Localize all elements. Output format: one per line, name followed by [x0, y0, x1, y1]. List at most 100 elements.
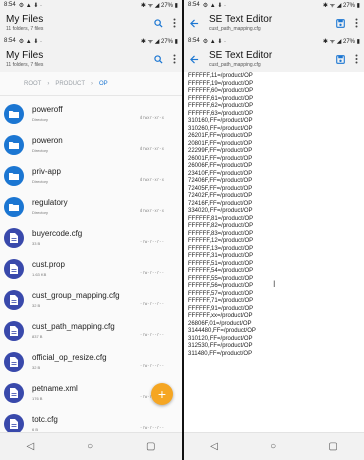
- file-name: cust_path_mapping.cfg: [32, 322, 115, 331]
- more-options-icon[interactable]: [355, 54, 358, 64]
- status-time: 8:54: [4, 38, 16, 44]
- status-notification-icons: ⚙ ▲ ⬇ ·: [202, 2, 227, 9]
- editor-line: FFFFFF,91=/product/OP: [188, 305, 254, 312]
- file-row[interactable]: cust_path_mapping.cfg 837 B -rw-r--r--: [0, 315, 182, 346]
- app-title: My Files: [6, 14, 44, 25]
- file-name: poweron: [32, 136, 63, 145]
- app-subtitle: 11 folders, 7 files: [6, 62, 44, 68]
- file-meta: Directory: [32, 117, 49, 122]
- editor-line: 26006F,FF=/product/OP: [188, 163, 253, 169]
- file-name: poweroff: [32, 105, 63, 114]
- more-options-icon[interactable]: [355, 18, 358, 28]
- file-meta: 32 B: [32, 303, 41, 308]
- breadcrumb-product[interactable]: PRODUCT: [55, 81, 85, 87]
- editor-line: 310160,FF=/product/OP: [188, 118, 253, 124]
- file-row[interactable]: priv-app Directory drwxr-xr-x: [0, 160, 182, 191]
- file-row[interactable]: cust.prop 1.63 KB -rw-r--r--: [0, 253, 182, 284]
- editor-line: FFFFFF,51=/product/OP: [188, 260, 254, 267]
- status-bar-secondary: 8:54 ⚙ ▲ ⬇ · ✱ ᯤ ◢ 27% ▮: [0, 36, 182, 46]
- editor-line: 3144480,FF=/product/OP: [188, 328, 256, 334]
- file-row[interactable]: official_op_resize.cfg 32 B -rw-r--r--: [0, 346, 182, 377]
- file-meta: Directory: [32, 210, 49, 215]
- file-name: petname.xml: [32, 384, 78, 393]
- nav-home-icon[interactable]: ○: [270, 441, 276, 452]
- file-meta: 33 B: [32, 241, 41, 246]
- file-name: buyercode.cfg: [32, 229, 83, 238]
- folder-icon: [4, 196, 24, 217]
- file-row[interactable]: buyercode.cfg 33 B -rw-r--r--: [0, 222, 182, 253]
- editor-line: FFFFFF,57=/product/OP: [188, 290, 254, 297]
- file-name: cust.prop: [32, 260, 65, 269]
- editor-line: 23410F,FF=/product/OP: [188, 170, 253, 177]
- file-permissions: -rw-r--r--: [139, 332, 164, 337]
- editor-line: FFFFFF,63=/product/OP: [188, 110, 254, 117]
- add-fab-button[interactable]: +: [151, 383, 173, 405]
- status-bar: 8:54 ⚙ ▲ ⬇ · ✱ ᯤ ◢ 27% ▮: [0, 0, 182, 10]
- file-permissions: -rw-r--r--: [139, 301, 164, 306]
- file-permissions: drwxr-xr-x: [139, 115, 164, 120]
- editor-line: FFFFFF,81=/product/OP: [188, 215, 254, 222]
- document-icon: [4, 289, 24, 310]
- text-editor-area[interactable]: FFFFFF,11=/product/OP FFFFFF,19=/product/…: [188, 73, 362, 358]
- file-meta: 837 B: [32, 334, 43, 339]
- file-permissions: -rw-r--r--: [139, 239, 164, 244]
- nav-recents-icon[interactable]: ▢: [146, 441, 155, 452]
- file-name: totc.cfg: [32, 415, 58, 424]
- file-meta: Directory: [32, 179, 49, 184]
- back-arrow-icon[interactable]: [190, 18, 199, 28]
- file-meta: 32 B: [32, 365, 41, 370]
- breadcrumb-root[interactable]: ROOT: [24, 81, 41, 87]
- document-icon: [4, 258, 24, 279]
- nav-home-icon[interactable]: ○: [87, 441, 93, 452]
- breadcrumb-op[interactable]: OP: [99, 81, 108, 87]
- file-permissions: -rw-r--r--: [139, 270, 164, 275]
- status-notification-icons: ⚙ ▲ ⬇ ·: [18, 38, 43, 45]
- file-row[interactable]: poweron Directory drwxr-xr-x: [0, 129, 182, 160]
- file-name: regulatory: [32, 198, 68, 207]
- text-cursor-icon: I: [273, 279, 276, 289]
- nav-back-icon[interactable]: ◁: [26, 441, 34, 452]
- editor-line: FFFFFF,xx=/product/OP: [188, 313, 253, 319]
- save-icon[interactable]: [336, 54, 345, 64]
- file-manager-pane: 8:54 ⚙ ▲ ⬇ · ✱ ᯤ ◢ 27% ▮ My Files 11 fol…: [0, 0, 182, 460]
- document-icon: [4, 413, 24, 432]
- nav-recents-icon[interactable]: ▢: [328, 441, 337, 452]
- back-arrow-icon[interactable]: [190, 54, 199, 64]
- editor-line: 310260,FF=/product/OP: [188, 125, 253, 132]
- more-options-icon[interactable]: [173, 18, 176, 28]
- file-permissions: -rw-r--r--: [139, 425, 164, 430]
- file-list: poweroff Directory drwxr-xr-x poweron Direct…: [0, 98, 182, 432]
- file-row[interactable]: poweroff Directory drwxr-xr-x: [0, 98, 182, 129]
- editor-line: FFFFFF,82=/product/OP: [188, 223, 254, 229]
- editor-line: FFFFFF,19=/product/OP: [188, 80, 254, 87]
- app-bar: SE Text Editor cust_path_mapping.cfg: [184, 10, 364, 36]
- search-icon[interactable]: [154, 54, 163, 64]
- more-options-icon[interactable]: [173, 54, 176, 64]
- status-time: 8:54: [188, 38, 200, 44]
- app-title: SE Text Editor: [209, 14, 273, 25]
- save-icon[interactable]: [336, 18, 345, 28]
- editor-line: FFFFFF,31=/product/OP: [188, 253, 254, 259]
- file-meta: 1.63 KB: [32, 272, 47, 277]
- file-permissions: -rw-r--r--: [139, 363, 164, 368]
- editor-line: FFFFFF,61=/product/OP: [188, 95, 254, 102]
- search-icon[interactable]: [154, 18, 163, 28]
- editor-line: 311480,FF=/product/OP: [188, 350, 253, 357]
- app-title: My Files: [6, 50, 44, 61]
- file-name: official_op_resize.cfg: [32, 353, 107, 362]
- file-row[interactable]: regulatory Directory drwxr-xr-x: [0, 191, 182, 222]
- document-icon: [4, 320, 24, 341]
- file-meta: Directory: [32, 148, 49, 153]
- editor-line: 310120,FF=/product/OP: [188, 335, 253, 342]
- editor-line: FFFFFF,60=/product/OP: [188, 88, 254, 94]
- nav-back-icon[interactable]: ◁: [210, 441, 218, 452]
- document-icon: [4, 382, 24, 403]
- file-row[interactable]: totc.cfg 6 B -rw-r--r--: [0, 408, 182, 432]
- file-permissions: drwxr-xr-x: [139, 208, 164, 213]
- file-name: priv-app: [32, 167, 61, 176]
- editor-line: FFFFFF,71=/product/OP: [188, 298, 254, 304]
- status-system-icons: ✱ ᯤ ◢ 27% ▮: [322, 39, 360, 45]
- file-row[interactable]: cust_group_mapping.cfg 32 B -rw-r--r--: [0, 284, 182, 315]
- editor-line: 72406F,FF=/product/OP: [188, 178, 253, 184]
- app-bar-secondary: My Files 11 folders, 7 files: [0, 46, 182, 72]
